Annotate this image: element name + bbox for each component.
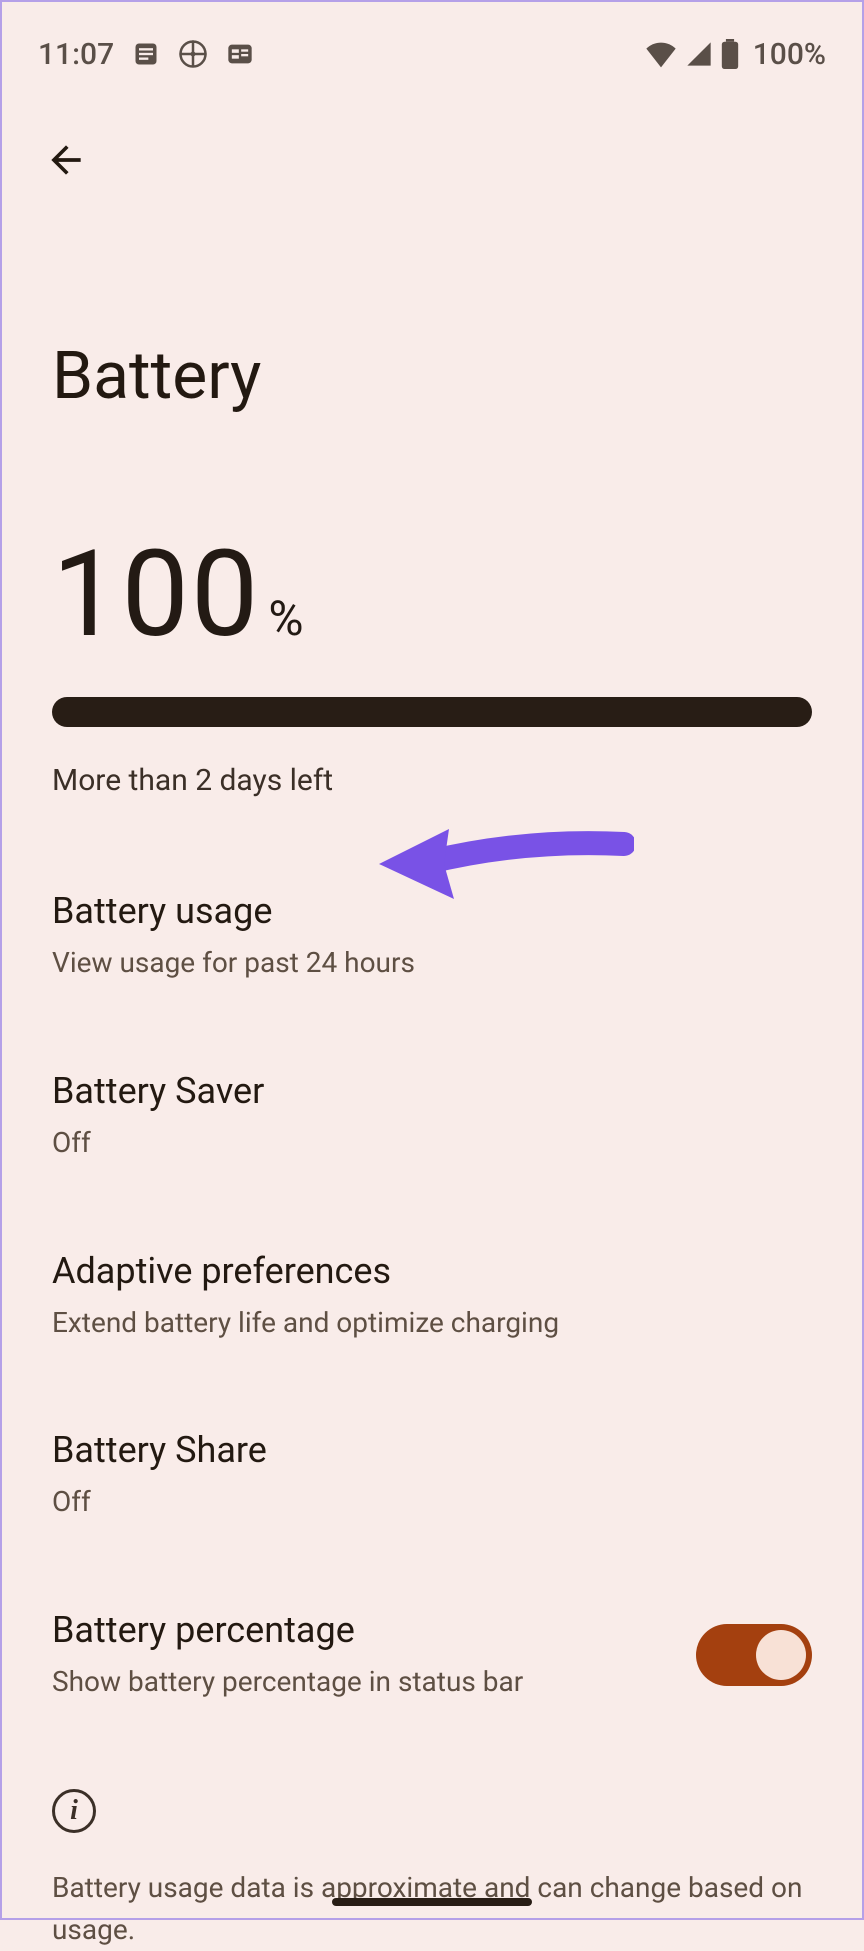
item-subtitle: Off <box>52 1124 812 1162</box>
battery-estimate: More than 2 days left <box>52 763 812 798</box>
status-left: 11:07 <box>38 37 254 72</box>
status-right: 100% <box>645 37 826 72</box>
arrow-back-icon <box>44 138 88 182</box>
status-time: 11:07 <box>38 37 114 72</box>
item-adaptive-preferences[interactable]: Adaptive preferences Extend battery life… <box>52 1206 812 1386</box>
info-block: i Battery usage data is approximate and … <box>2 1745 862 1951</box>
item-title: Battery percentage <box>52 1609 672 1651</box>
item-title: Battery usage <box>52 890 812 932</box>
item-title: Adaptive preferences <box>52 1250 812 1292</box>
info-text: Battery usage data is approximate and ca… <box>52 1867 812 1951</box>
item-subtitle: Off <box>52 1483 812 1521</box>
toggle-knob <box>756 1630 806 1680</box>
item-title: Battery Share <box>52 1429 812 1471</box>
news-icon <box>226 40 254 68</box>
page-title: Battery <box>2 188 862 415</box>
item-title: Battery Saver <box>52 1070 812 1112</box>
item-battery-share[interactable]: Battery Share Off <box>52 1385 812 1565</box>
battery-icon <box>721 39 739 69</box>
item-battery-percentage[interactable]: Battery percentage Show battery percenta… <box>52 1565 812 1745</box>
info-icon: i <box>52 1789 96 1833</box>
settings-list: Battery usage View usage for past 24 hou… <box>2 798 862 1745</box>
battery-progress-fill <box>52 697 812 727</box>
cell-signal-icon <box>685 40 713 68</box>
messages-icon <box>132 40 160 68</box>
toolbar <box>2 82 862 188</box>
battery-progress-bar <box>52 697 812 727</box>
battery-number: 100 <box>52 535 260 655</box>
battery-display: 100 % More than 2 days left <box>2 415 862 798</box>
nav-handle[interactable] <box>332 1898 532 1906</box>
status-battery-pct: 100% <box>753 37 826 72</box>
battery-percent-symbol: % <box>268 590 303 647</box>
item-subtitle: Extend battery life and optimize chargin… <box>52 1304 812 1342</box>
status-bar: 11:07 100% <box>2 2 862 82</box>
item-subtitle: View usage for past 24 hours <box>52 944 812 982</box>
item-battery-saver[interactable]: Battery Saver Off <box>52 1026 812 1206</box>
wifi-icon <box>645 40 677 68</box>
battery-percentage-toggle[interactable] <box>696 1624 812 1686</box>
item-subtitle: Show battery percentage in status bar <box>52 1663 672 1701</box>
battery-value: 100 % <box>52 535 812 655</box>
item-battery-usage[interactable]: Battery usage View usage for past 24 hou… <box>52 846 812 1026</box>
back-button[interactable] <box>38 132 94 188</box>
photos-icon <box>178 39 208 69</box>
